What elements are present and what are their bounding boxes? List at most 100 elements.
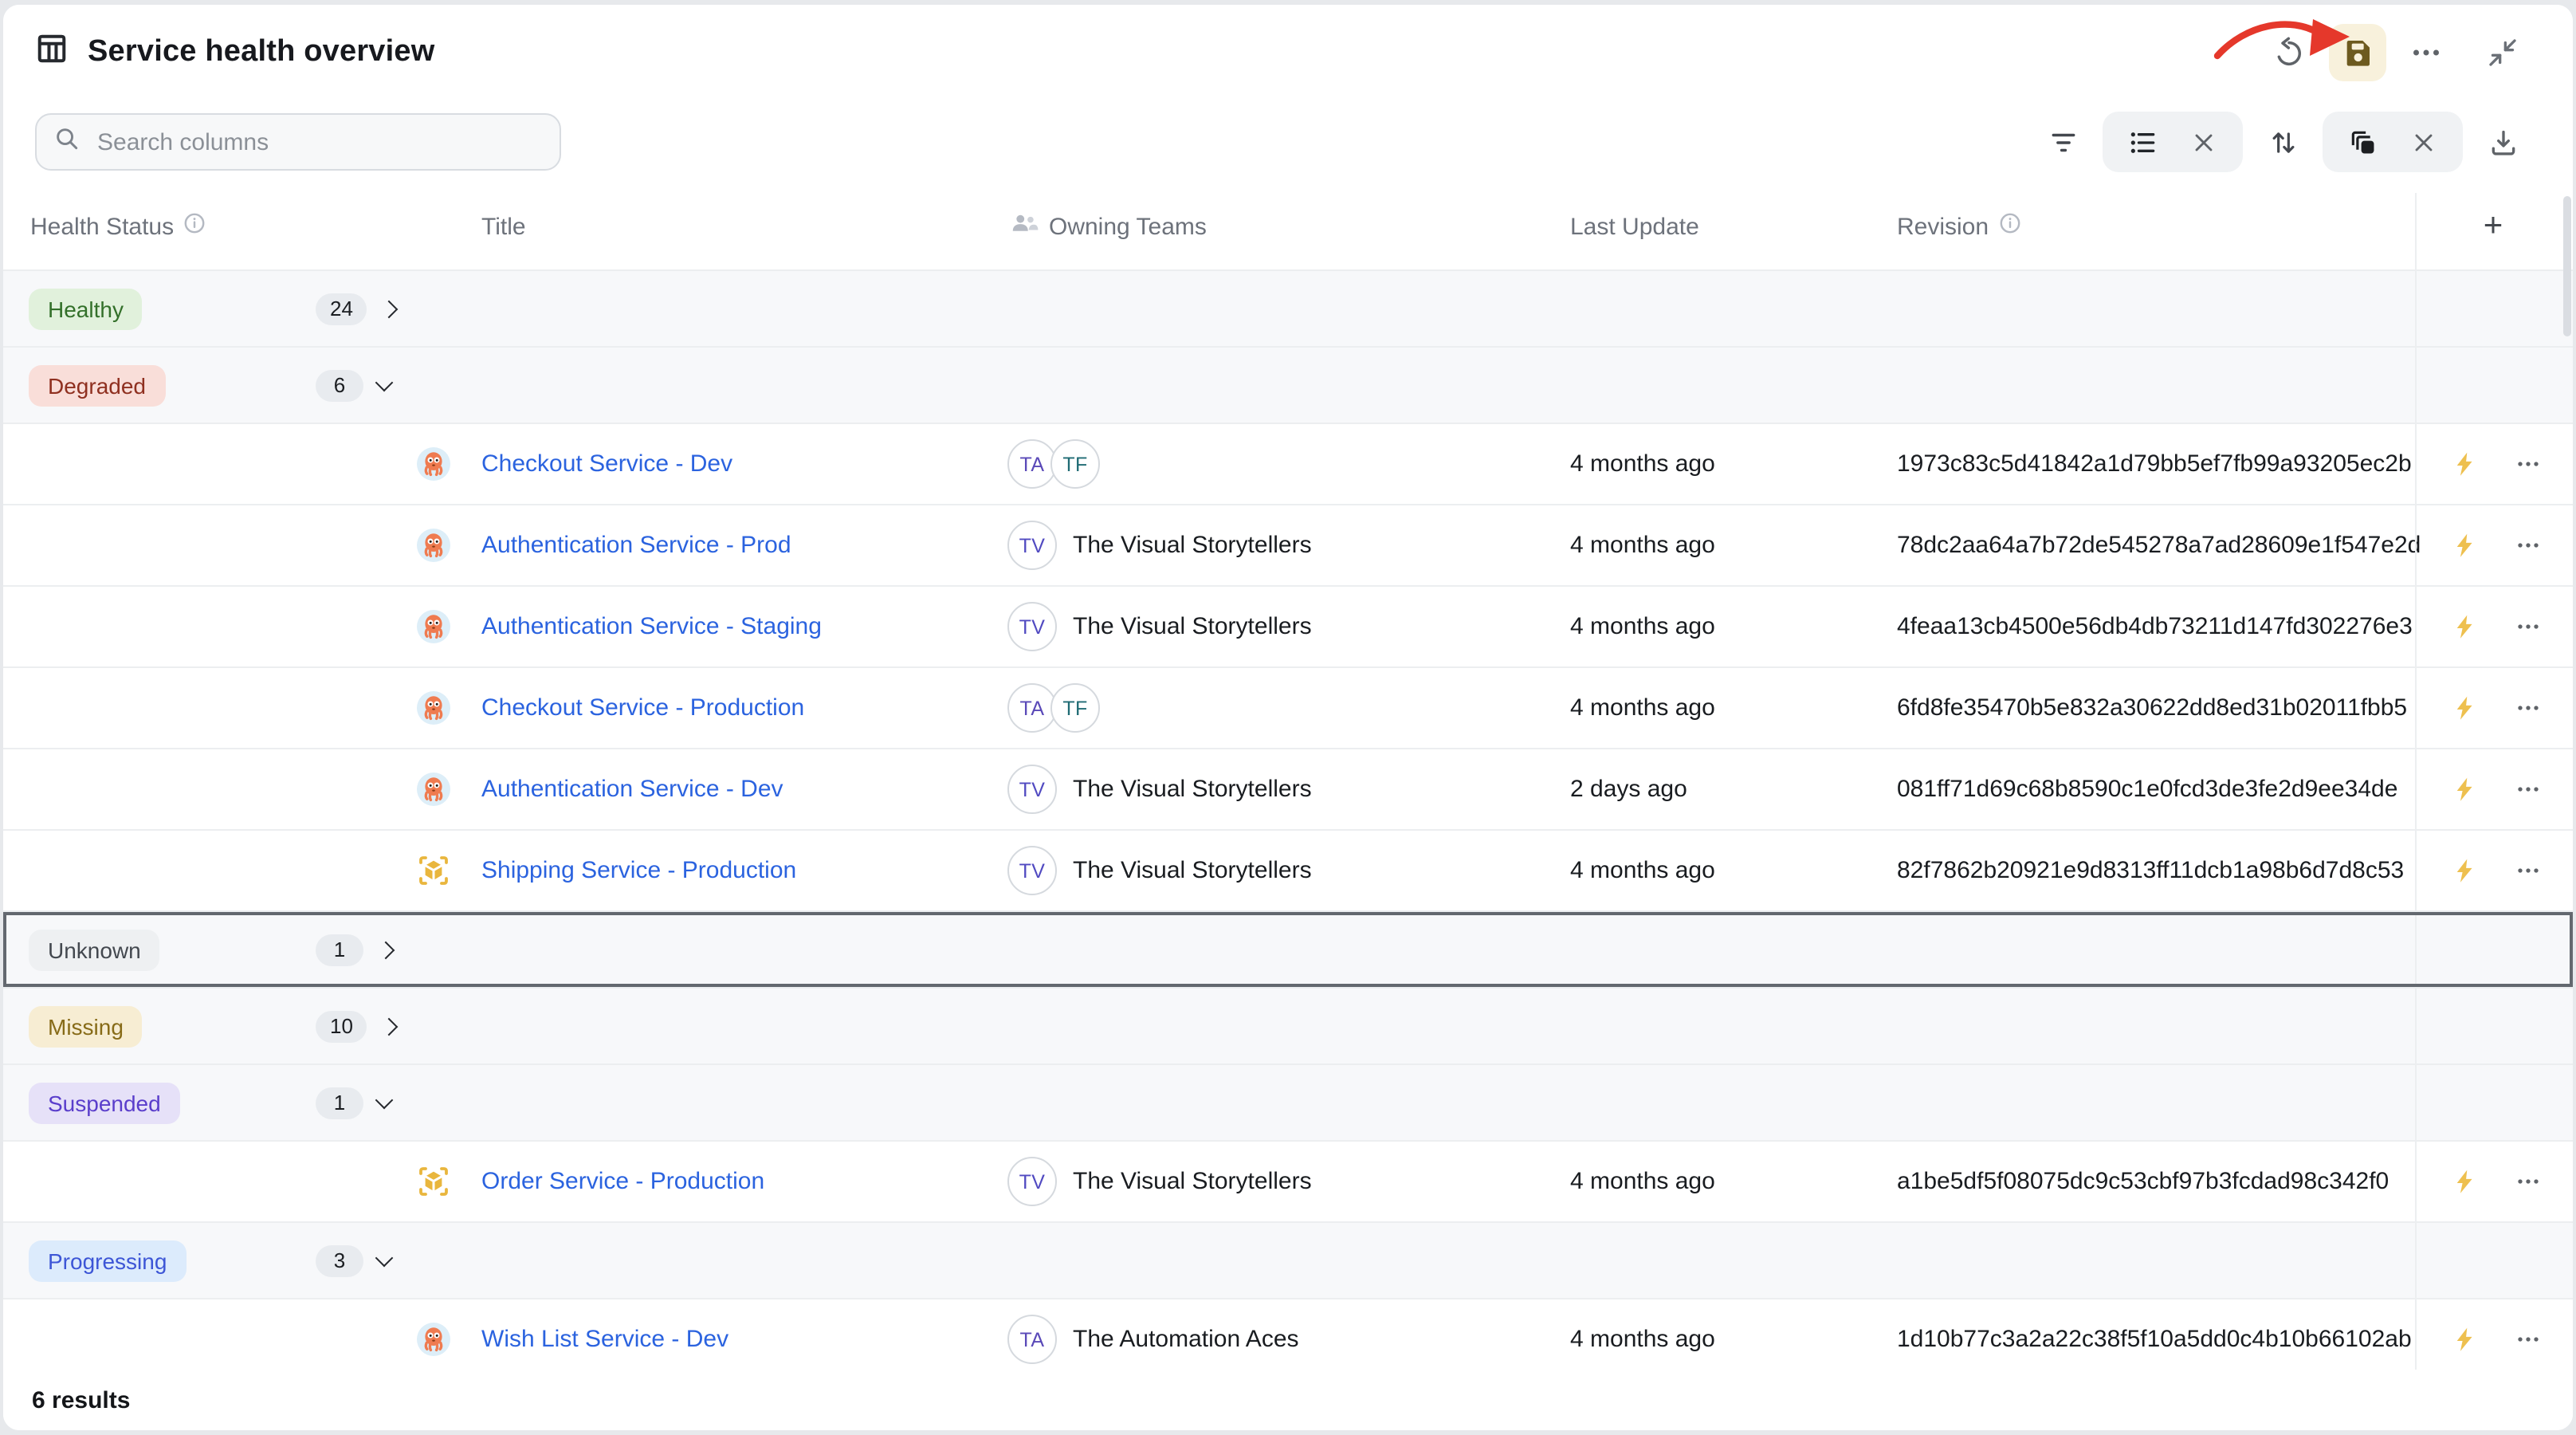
results-count: 6 results xyxy=(32,1386,130,1413)
row-menu-icon[interactable] xyxy=(2515,695,2541,721)
column-title[interactable]: Title xyxy=(481,183,526,269)
row-menu-icon[interactable] xyxy=(2515,451,2541,477)
row-menu-icon[interactable] xyxy=(2515,614,2541,639)
search-input[interactable] xyxy=(94,127,542,157)
table-row: Checkout Service - Dev TATF 4 months ago… xyxy=(3,423,2573,504)
status-badge: Progressing xyxy=(29,1240,186,1281)
service-title-link[interactable]: Checkout Service - Dev xyxy=(481,450,732,478)
group-chevron-icon[interactable] xyxy=(381,1017,399,1036)
group-row[interactable]: Suspended 1 xyxy=(3,1063,2573,1140)
service-icon xyxy=(416,446,451,482)
revision-cell: 1973c83c5d41842a1d79bb5ef7fb99a93205ec2b xyxy=(1897,450,2412,478)
actions-lightning-icon[interactable] xyxy=(2450,856,2479,885)
row-menu-icon[interactable] xyxy=(2515,776,2541,802)
service-title-link[interactable]: Checkout Service - Production xyxy=(481,694,804,721)
table-row: Authentication Service - Dev TVThe Visua… xyxy=(3,748,2573,829)
search-icon xyxy=(54,125,80,159)
group-chevron-icon[interactable] xyxy=(375,1091,394,1110)
service-title-link[interactable]: Shipping Service - Production xyxy=(481,857,796,884)
table-body: Healthy 24 Degraded 6 Checkout Service -… xyxy=(3,269,2573,1370)
revision-cell: 78dc2aa64a7b72de545278a7ad28609e1f547e2d xyxy=(1897,532,2421,559)
group-chevron-icon[interactable] xyxy=(377,941,395,959)
group-chevron-icon[interactable] xyxy=(375,1249,394,1268)
search-box[interactable] xyxy=(35,113,561,171)
group-row[interactable]: Unknown 1 xyxy=(3,910,2573,987)
column-health-status[interactable]: Health Status xyxy=(30,183,206,269)
clear-group-by-icon[interactable] xyxy=(2401,120,2445,164)
info-icon[interactable] xyxy=(1998,212,2020,241)
group-row[interactable]: Progressing 3 xyxy=(3,1221,2573,1298)
actions-lightning-icon[interactable] xyxy=(2450,1167,2479,1196)
service-title-link[interactable]: Authentication Service - Prod xyxy=(481,532,791,559)
page-title: Service health overview xyxy=(88,35,435,70)
list-view-icon[interactable] xyxy=(2120,120,2165,164)
undo-button[interactable] xyxy=(2264,27,2315,78)
group-chevron-icon[interactable] xyxy=(381,300,399,318)
revision-cell: 4feaa13cb4500e56db4db73211d147fd302276e3 xyxy=(1897,613,2413,640)
column-health-status-label: Health Status xyxy=(30,213,174,240)
actions-lightning-icon[interactable] xyxy=(2450,1325,2479,1354)
team-avatar: TV xyxy=(1007,602,1057,651)
sort-icon[interactable] xyxy=(2260,120,2305,164)
row-menu-icon[interactable] xyxy=(2515,1327,2541,1352)
team-avatar: TV xyxy=(1007,765,1057,814)
group-by-icon[interactable] xyxy=(2340,120,2385,164)
row-menu-icon[interactable] xyxy=(2515,858,2541,883)
group-count-badge: 24 xyxy=(316,293,367,324)
header-actions xyxy=(2264,5,2528,100)
column-last-update-label: Last Update xyxy=(1570,213,1699,240)
actions-lightning-icon[interactable] xyxy=(2450,612,2479,641)
vertical-scrollbar[interactable] xyxy=(2563,196,2571,336)
actions-lightning-icon[interactable] xyxy=(2450,450,2479,478)
last-update-cell: 4 months ago xyxy=(1570,857,1715,884)
owning-teams-cell: TVThe Visual Storytellers xyxy=(1007,602,1312,651)
column-revision-label: Revision xyxy=(1897,213,1989,240)
group-by-pill xyxy=(2323,112,2463,172)
page: Service health overview xyxy=(0,0,2576,1435)
collapse-icon[interactable] xyxy=(2477,27,2528,78)
group-chevron-icon[interactable] xyxy=(375,374,394,392)
row-menu-icon[interactable] xyxy=(2515,1169,2541,1194)
service-title-link[interactable]: Authentication Service - Staging xyxy=(481,613,822,640)
table-row: Wish List Service - Dev TAThe Automation… xyxy=(3,1298,2573,1370)
team-name: The Visual Storytellers xyxy=(1073,1168,1312,1195)
team-avatar: TA xyxy=(1007,439,1057,489)
group-row-controls: 1 xyxy=(316,934,392,965)
service-icon xyxy=(416,772,451,807)
clear-view-icon[interactable] xyxy=(2181,120,2225,164)
table-toolbar xyxy=(2040,112,2525,172)
group-row-controls: 3 xyxy=(316,1244,391,1276)
service-title-link[interactable]: Authentication Service - Dev xyxy=(481,776,783,803)
group-row[interactable]: Missing 10 xyxy=(3,987,2573,1063)
save-button[interactable] xyxy=(2329,24,2386,81)
add-column-button[interactable]: + xyxy=(2463,201,2523,252)
team-name: The Visual Storytellers xyxy=(1073,857,1312,884)
info-icon[interactable] xyxy=(183,212,206,241)
group-row-controls: 6 xyxy=(316,369,391,401)
filter-icon[interactable] xyxy=(2040,120,2085,164)
actions-lightning-icon[interactable] xyxy=(2450,531,2479,560)
group-count-badge: 6 xyxy=(316,369,363,401)
group-row[interactable]: Degraded 6 xyxy=(3,346,2573,423)
last-update-cell: 4 months ago xyxy=(1570,1168,1715,1195)
row-menu-icon[interactable] xyxy=(2515,533,2541,558)
table-row: Authentication Service - Staging TVThe V… xyxy=(3,585,2573,666)
status-badge: Healthy xyxy=(29,288,143,329)
more-options-button[interactable] xyxy=(2401,27,2452,78)
revision-cell: a1be5df5f08075dc9c53cbf97b3fcdad98c342f0 xyxy=(1897,1168,2389,1195)
column-last-update[interactable]: Last Update xyxy=(1570,183,1699,269)
service-title-link[interactable]: Wish List Service - Dev xyxy=(481,1326,728,1353)
download-icon[interactable] xyxy=(2480,120,2525,164)
team-avatar: TV xyxy=(1007,1157,1057,1206)
group-row[interactable]: Healthy 24 xyxy=(3,269,2573,346)
actions-lightning-icon[interactable] xyxy=(2450,775,2479,804)
status-badge: Suspended xyxy=(29,1082,180,1123)
column-owning-teams[interactable]: Owning Teams xyxy=(1009,183,1207,269)
table-row: Order Service - Production TV The Visual … xyxy=(3,1140,2573,1221)
column-title-label: Title xyxy=(481,213,526,240)
service-icon xyxy=(416,1164,451,1199)
actions-lightning-icon[interactable] xyxy=(2450,694,2479,722)
service-icon xyxy=(416,853,451,888)
service-title-link[interactable]: Order Service - Production xyxy=(481,1168,764,1195)
column-revision[interactable]: Revision xyxy=(1897,183,2020,269)
